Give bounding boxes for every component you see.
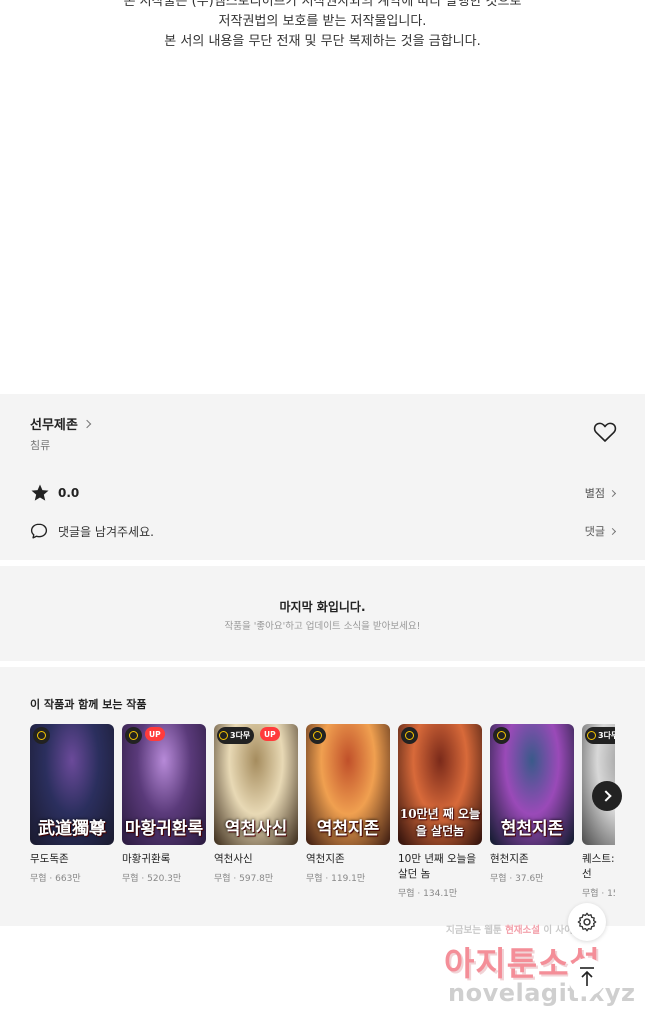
watermark-tagline: 지금보는 웹툰 현재소설 이 사이트 (446, 922, 582, 936)
comment-row[interactable]: 댓글을 남겨주세요. 댓글 (30, 520, 617, 542)
recommend-card[interactable]: 10만년 째 오늘을 살던놈 10만 년째 오늘을 살던 놈무협 · 134.1만 (398, 724, 482, 899)
recommend-card-title: 역천사신 (214, 853, 253, 865)
speech-bubble-icon (30, 523, 48, 539)
recommend-card[interactable]: UP 마황귀환록 마황귀환록 무협 · 520.3만 (122, 724, 206, 884)
copyright-notice: 본 저작물은 (주)엠스토리허브가 저작권자와의 계약에 따라 발행한 것으로 … (0, 0, 645, 52)
settings-button[interactable] (568, 903, 606, 941)
recommend-card-meta: 무협 · 119.1만 (306, 874, 366, 884)
recommend-card[interactable]: 3다무 UP 역천사신 역천사신 무협 · 597.8만 (214, 724, 298, 884)
work-genre: 침류 (30, 439, 51, 452)
thumbnail-title-art: 마황귀환록 (124, 819, 204, 839)
gear-icon (577, 912, 597, 932)
recommend-card-title: 현천지존 (490, 853, 529, 865)
heart-icon[interactable] (593, 421, 617, 443)
recommend-card[interactable]: 武道獨尊 무도독존무협 · 663만 (30, 724, 114, 884)
section-divider (0, 560, 645, 566)
thumbnail-title-art: 10만년 째 오늘을 살던놈 (399, 807, 481, 838)
recommend-card-thumbnail[interactable]: 武道獨尊 (30, 724, 114, 845)
chevron-right-icon (599, 790, 612, 802)
work-title-link[interactable]: 선무제존 (30, 414, 92, 433)
recommend-card-title: 마황귀환록 (122, 853, 171, 865)
recommend-card-title: 무도독존 (30, 853, 69, 865)
comment-input-prompt: 댓글을 남겨주세요. (58, 524, 154, 539)
recommend-card-meta: 무협 · 597.8만 (214, 874, 274, 884)
recommend-card-title: 역천지존 (306, 853, 345, 865)
rating-link-label: 별점 (584, 487, 605, 500)
recommend-card-thumbnail[interactable]: 현천지존 (490, 724, 574, 845)
recommend-card-meta: 무협 · 134.1만 (398, 889, 458, 899)
wait-free-clock-icon (493, 727, 510, 744)
section-divider (0, 661, 645, 667)
wait-free-clock-icon (125, 727, 142, 744)
recommend-heading: 이 작품과 함께 보는 작품 (30, 698, 147, 711)
thumbnail-title-art: 역천지존 (316, 819, 380, 839)
recommend-card-meta: 무협 · 520.3만 (122, 874, 182, 884)
thumbnail-title-art: 武道獨尊 (38, 819, 106, 839)
watermark-domain: novelagit.xyz (448, 979, 636, 1007)
scroll-top-button[interactable] (568, 958, 606, 996)
rating-link[interactable]: 별점 (584, 485, 617, 501)
recommend-card-title: 퀘스트: 최고의 신선 (582, 853, 615, 880)
recommend-carousel: 武道獨尊 무도독존 무협 · 663만 UP 마황귀환록 마황귀환록 무협 · 520.3만… (30, 724, 615, 914)
arrow-up-icon (580, 967, 594, 986)
work-title: 선무제존 (30, 418, 78, 433)
chevron-right-icon (608, 527, 617, 535)
chevron-right-icon (82, 419, 92, 428)
up-badge: UP (260, 727, 280, 741)
copyright-line-1: 본 저작물은 (주)엠스토리허브가 저작권자와의 계약에 따라 발행한 것으로 (123, 0, 522, 9)
recommend-card[interactable]: 3다무퀘스트: 최고의 신선무협 · 15 (582, 724, 615, 899)
up-badge: UP (145, 727, 165, 741)
recommend-card-thumbnail[interactable]: 10만년 째 오늘을 살던놈 (398, 724, 482, 845)
chevron-right-icon (608, 489, 617, 497)
watermark-tagline-part: 현재소설 (505, 925, 541, 936)
recommend-card-title: 10만 년째 오늘을 살던 놈 (398, 853, 476, 880)
recommend-card-thumbnail[interactable]: 3다무 UP 역천사신 (214, 724, 298, 845)
copyright-line-2: 저작권법의 보호를 받는 저작물입니다. (218, 14, 427, 29)
recommend-card-meta: 무협 · 663만 (30, 874, 81, 884)
last-episode-subtitle: 작품을 '좋아요'하고 업데이트 소식을 받아보세요! (224, 621, 421, 632)
recommend-card-thumbnail[interactable]: UP 마황귀환록 (122, 724, 206, 845)
recommend-card-thumbnail[interactable]: 역천지존 (306, 724, 390, 845)
recommend-card-meta: 무협 · 37.6만 (490, 874, 544, 884)
comment-link-label: 댓글 (584, 525, 605, 538)
star-icon (31, 484, 49, 501)
wait-free-badge: 3다무 (585, 727, 615, 744)
comment-link[interactable]: 댓글 (584, 523, 617, 539)
carousel-next-button[interactable] (592, 781, 622, 811)
wait-free-clock-icon (309, 727, 326, 744)
rating-value: 0.0 (58, 486, 80, 500)
copyright-line-3: 본 서의 내용을 무단 전재 및 무단 복제하는 것을 금합니다. (164, 34, 481, 49)
thumbnail-title-art: 역천사신 (224, 819, 288, 839)
recommend-card-meta: 무협 · 15 (582, 889, 615, 899)
recommend-card[interactable]: 현천지존 현천지존 무협 · 37.6만 (490, 724, 574, 884)
watermark-tagline-part: 지금보는 웹툰 (446, 925, 502, 936)
rating-row: 0.0 별점 (30, 482, 617, 504)
wait-free-badge: 3다무 (217, 727, 255, 744)
wait-free-clock-icon (33, 727, 50, 744)
wait-free-clock-icon (401, 727, 418, 744)
recommend-card[interactable]: 역천지존 역천지존 무협 · 119.1만 (306, 724, 390, 884)
thumbnail-title-art: 현천지존 (500, 819, 564, 839)
last-episode-title: 마지막 화입니다. (279, 600, 366, 614)
